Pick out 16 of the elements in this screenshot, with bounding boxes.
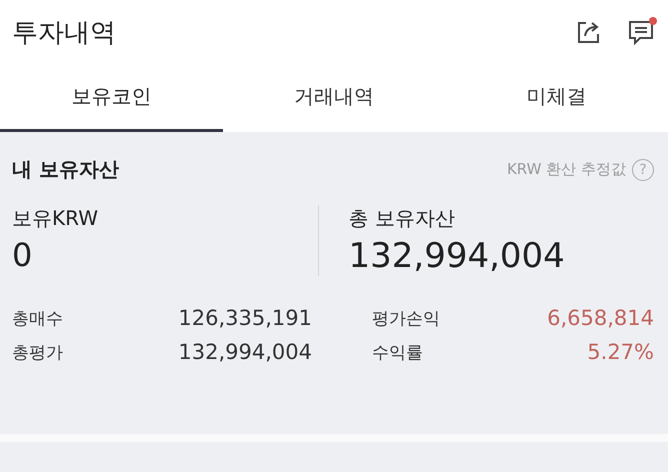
krw-label: 보유KRW (12, 205, 99, 232)
stat-label: 수익률 (372, 342, 423, 364)
stat-value: 132,994,004 (178, 340, 312, 364)
page-title: 투자내역 (12, 16, 116, 50)
krw-value: 0 (12, 236, 34, 274)
stat-value: 6,658,814 (547, 306, 654, 330)
stat-value: 126,335,191 (178, 306, 312, 330)
stat-label: 총매수 (12, 308, 63, 330)
chat-icon[interactable] (626, 16, 658, 48)
estimate-note: KRW 환산 추정값 (506, 160, 626, 179)
stat-value: 5.27% (587, 340, 654, 364)
section-title: 내 보유자산 (12, 156, 120, 183)
stat-label: 총평가 (12, 342, 63, 364)
total-value: 132,994,004 (348, 236, 566, 276)
stat-label: 평가손익 (372, 308, 440, 330)
total-label: 총 보유자산 (348, 205, 456, 232)
